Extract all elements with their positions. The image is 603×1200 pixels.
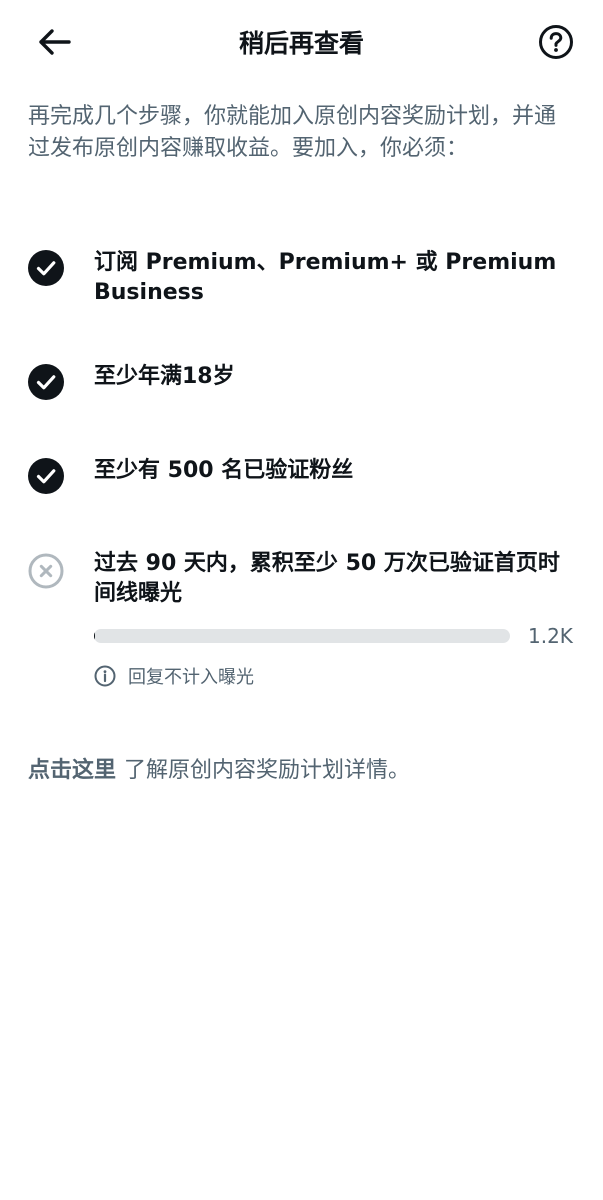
- note-text: 回复不计入曝光: [128, 667, 254, 688]
- help-button[interactable]: [534, 24, 578, 64]
- impressions-note: 回复不计入曝光: [94, 662, 254, 690]
- learn-more-link[interactable]: 点击这里: [28, 758, 116, 783]
- page-title: 稍后再查看: [238, 29, 364, 58]
- requirement-label: 至少年满18岁: [94, 364, 235, 389]
- requirement-age: 至少年满18岁: [0, 362, 603, 402]
- top-bar: 稍后再查看: [0, 0, 603, 90]
- intro-text: 再完成几个步骤，你就能加入原创内容奖励计划，并通过发布原创内容赚取收益。要加入，…: [28, 104, 557, 161]
- check-circle-icon: [28, 364, 64, 400]
- question-circle-icon: [538, 24, 574, 64]
- check-circle-icon: [28, 250, 64, 286]
- learn-more-line: 点击这里 了解原创内容奖励计划详情。: [28, 755, 576, 787]
- requirement-impressions: 过去 90 天内，累积至少 50 万次已验证首页时间线曝光: [0, 549, 603, 613]
- x-circle-icon: [28, 553, 64, 589]
- progress-value: 1.2K: [528, 624, 573, 648]
- check-circle-icon: [28, 458, 64, 494]
- info-circle-icon: [94, 665, 116, 687]
- requirement-premium: 订阅 Premium、Premium+ 或 Premium Business: [0, 248, 603, 310]
- progress-fill: [94, 629, 95, 643]
- impressions-progress-bar: [94, 629, 510, 643]
- requirement-followers: 至少有 500 名已验证粉丝: [0, 456, 603, 496]
- requirement-label: 订阅 Premium、Premium+ 或 Premium Business: [94, 250, 557, 305]
- learn-more-text: 了解原创内容奖励计划详情。: [124, 758, 411, 783]
- requirement-label: 至少有 500 名已验证粉丝: [94, 458, 354, 483]
- requirement-label: 过去 90 天内，累积至少 50 万次已验证首页时间线曝光: [94, 551, 560, 606]
